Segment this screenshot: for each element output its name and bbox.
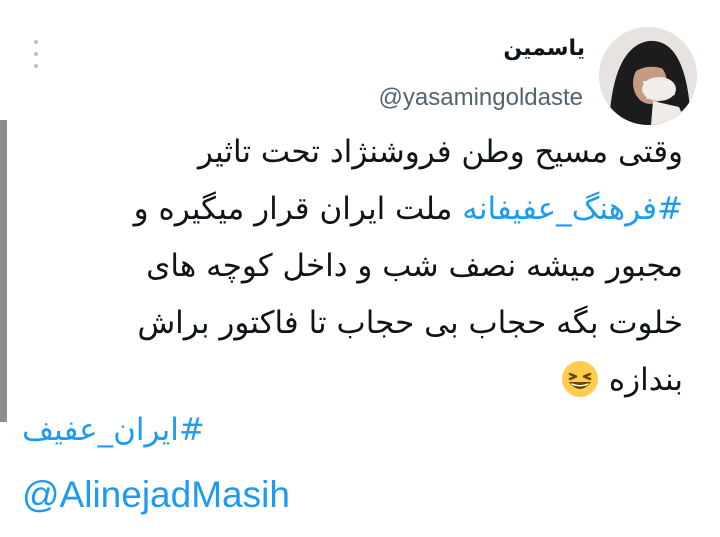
tweet-line-5: بندازه [33,352,683,409]
author-handle[interactable]: @yasamingoldaste [379,84,583,112]
hashtag-link[interactable]: #ایران_عفیف [22,412,205,448]
grinning-squinting-face-emoji-icon [561,360,599,398]
tweet-line-2-text: ملت ایران قرار میگیره و [133,191,453,227]
inline-hashtag-link[interactable]: #فرهنگ_عفیفانه [462,191,683,227]
tweet-line-3: مجبور میشه نصف شب و داخل کوچه های [146,248,683,284]
tweet-line-1: وقتی مسیح وطن فروشنژاد تحت تاثیر [197,134,683,170]
mention-link[interactable]: @AlinejadMasih [22,474,290,516]
tweet-line-4: خلوت بگه حجاب بی حجاب تا فاکتور براش [137,305,683,341]
more-options-icon[interactable] [26,40,46,68]
left-edge-bar [0,120,7,422]
tweet-line-2: #فرهنگ_عفیفانه ملت ایران قرار میگیره و [33,181,683,238]
tweet-text: وقتی مسیح وطن فروشنژاد تحت تاثیر #فرهنگ_… [33,124,683,409]
tweet-line-5-text: بندازه [608,362,683,398]
tweet-card: یاسمین @yasamingoldaste وقتی مسیح وطن فر… [0,0,720,537]
avatar[interactable] [599,27,697,125]
author-display-name[interactable]: یاسمین [503,36,585,61]
